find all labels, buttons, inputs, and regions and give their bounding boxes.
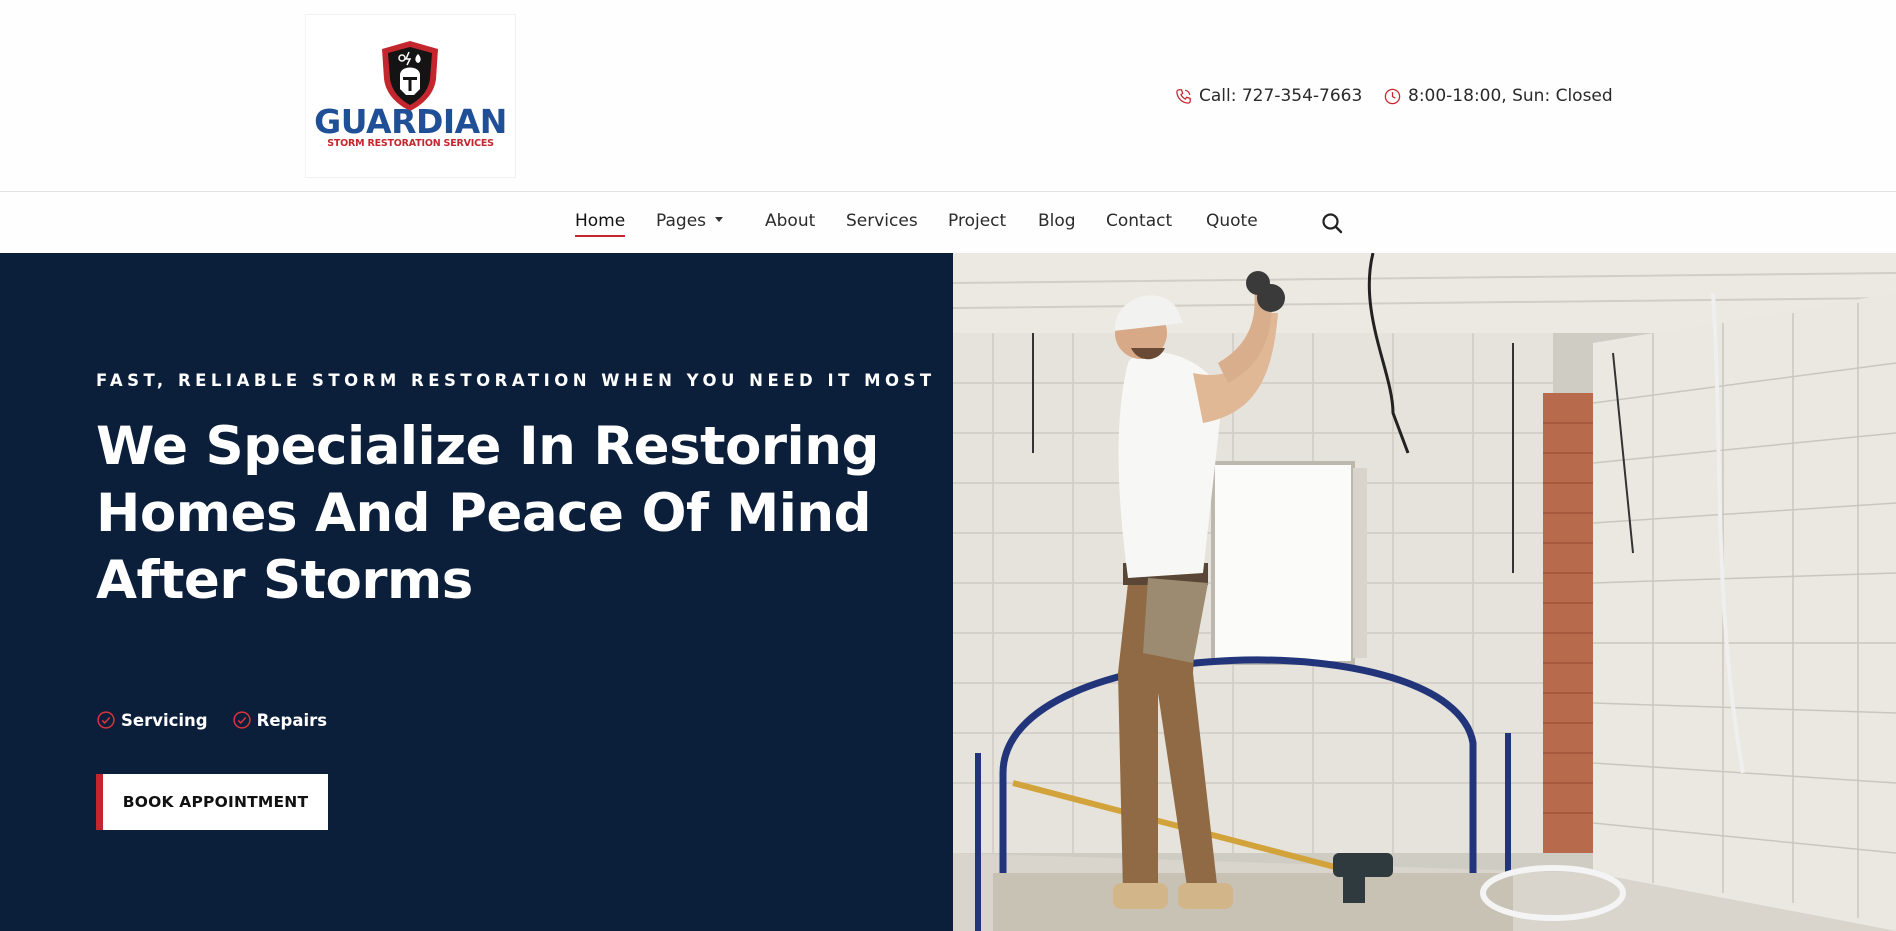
hero-tagline: FAST, RELIABLE STORM RESTORATION WHEN YO… xyxy=(96,371,936,390)
check-circle-icon xyxy=(232,711,251,729)
header-hours: 8:00-18:00, Sun: Closed xyxy=(1383,84,1613,108)
book-appointment-button[interactable]: BOOK APPOINTMENT xyxy=(96,774,328,830)
clock-icon xyxy=(1384,88,1401,104)
hero-image-electrician xyxy=(953,253,1896,931)
chevron-down-icon xyxy=(715,216,724,222)
header-phone[interactable]: Call: 727-354-7663 xyxy=(1174,84,1362,108)
hours-text: 8:00-18:00, Sun: Closed xyxy=(1408,86,1613,106)
bullet-label: Servicing xyxy=(121,710,208,730)
main-nav: Home Pages About Services Project Blog C… xyxy=(0,193,1896,253)
nav-services[interactable]: Services xyxy=(846,211,918,231)
brand-tagline: STORM RESTORATION SERVICES xyxy=(327,138,494,149)
nav-home[interactable]: Home xyxy=(575,211,626,238)
bullet-repairs: Repairs xyxy=(232,710,327,730)
hero-section: FAST, RELIABLE STORM RESTORATION WHEN YO… xyxy=(0,253,953,931)
bullet-label: Repairs xyxy=(256,710,328,730)
nav-pages[interactable]: Pages xyxy=(656,211,724,231)
check-circle-icon xyxy=(97,711,115,729)
site-header: GUARDIAN STORM RESTORATION SERVICES Call… xyxy=(0,0,1896,192)
nav-about[interactable]: About xyxy=(765,211,815,231)
brand-logo[interactable]: GUARDIAN STORM RESTORATION SERVICES xyxy=(306,15,515,177)
nav-project[interactable]: Project xyxy=(948,211,1006,231)
bullet-servicing: Servicing xyxy=(96,710,208,730)
nav-quote[interactable]: Quote xyxy=(1206,211,1258,231)
nav-pages-label: Pages xyxy=(656,211,707,231)
phone-icon xyxy=(1176,88,1191,104)
hero-title: We Specialize In Restoring Homes And Pea… xyxy=(96,416,879,611)
hero-bullets: Servicing Repairs xyxy=(96,710,327,730)
nav-contact[interactable]: Contact xyxy=(1106,211,1172,231)
search-icon[interactable] xyxy=(1320,211,1344,235)
brand-name: GUARDIAN xyxy=(314,102,507,141)
nav-blog[interactable]: Blog xyxy=(1038,211,1076,231)
phone-text: Call: 727-354-7663 xyxy=(1199,86,1363,106)
electrician-photo-illustration xyxy=(953,253,1896,931)
